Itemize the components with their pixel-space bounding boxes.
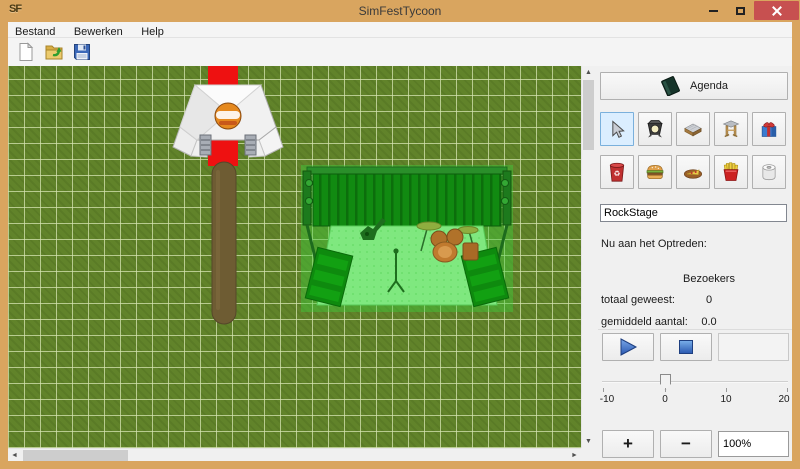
- tool-scaffold-button[interactable]: [714, 112, 748, 146]
- tool-spotlight-button[interactable]: [638, 112, 672, 146]
- gift-icon: [759, 115, 779, 143]
- scaffold-icon: [721, 115, 741, 143]
- slider-tick-20: 20: [778, 394, 789, 405]
- stage-platform-icon: [683, 116, 703, 142]
- transport-display: [718, 333, 789, 361]
- save-button[interactable]: [70, 40, 94, 64]
- menu-help[interactable]: Help: [134, 25, 171, 38]
- new-document-icon: [16, 42, 36, 62]
- tool-stage-platform-button[interactable]: [676, 112, 710, 146]
- minimize-button[interactable]: [700, 1, 726, 20]
- zoom-in-button[interactable]: +: [602, 430, 654, 458]
- tool-cursor-button[interactable]: [600, 112, 634, 146]
- save-icon: [72, 42, 92, 62]
- festival-ground-grid[interactable]: [8, 66, 581, 448]
- svg-text:♻: ♻: [614, 169, 621, 178]
- average-visitors-value: 0.0: [678, 316, 740, 328]
- now-performing-label: Nu aan het Optreden:: [601, 238, 707, 250]
- menu-bar: Bestand Bewerken Help: [8, 22, 792, 38]
- stage-light-icon: [306, 198, 313, 205]
- close-button[interactable]: [754, 1, 799, 20]
- title-bar[interactable]: SF SimFestTycoon: [0, 0, 800, 22]
- panel-separator: [598, 329, 792, 330]
- tent-speaker-left: [200, 135, 211, 155]
- play-icon: [617, 337, 639, 357]
- visitors-header: Bezoekers: [678, 273, 740, 285]
- menu-bestand[interactable]: Bestand: [8, 25, 62, 38]
- fries-icon: [721, 159, 741, 185]
- item-toilet-roll-button[interactable]: [752, 155, 786, 189]
- map-area: ▲ ▼ ◄ ►: [8, 66, 594, 461]
- item-fries-button[interactable]: [714, 155, 748, 189]
- stage-light-icon: [502, 180, 509, 187]
- minimize-icon: [709, 10, 718, 12]
- slider-tick-0: 0: [662, 394, 668, 405]
- stop-button[interactable]: [660, 333, 712, 361]
- item-burger-button[interactable]: [638, 155, 672, 189]
- stage-light-icon: [502, 198, 509, 205]
- speed-slider[interactable]: -10 0 10 20: [598, 366, 792, 422]
- zoom-out-button[interactable]: −: [660, 430, 712, 458]
- rock-stage[interactable]: [301, 165, 513, 312]
- agenda-book-icon: [660, 76, 682, 96]
- side-panel: Agenda: [598, 66, 792, 461]
- scroll-down-icon[interactable]: ▼: [582, 435, 595, 448]
- scrollbar-corner: [581, 448, 594, 461]
- tent-speaker-right: [245, 135, 256, 155]
- maximize-button[interactable]: [727, 1, 753, 20]
- stage-curtain: [313, 174, 501, 226]
- map-scene: [8, 66, 581, 448]
- stage-truss-top: [307, 167, 507, 174]
- cursor-icon: [607, 117, 627, 141]
- dirt-path[interactable]: [212, 162, 236, 324]
- new-file-button[interactable]: [14, 40, 38, 64]
- open-file-icon: [44, 42, 64, 62]
- pizza-icon: [683, 159, 703, 185]
- stage-light-icon: [306, 180, 313, 187]
- simfest-logo: [215, 103, 241, 129]
- item-trash-button[interactable]: ♻: [600, 155, 634, 189]
- scroll-left-icon[interactable]: ◄: [8, 449, 21, 462]
- scroll-up-icon[interactable]: ▲: [582, 66, 595, 79]
- app-window: SF SimFestTycoon Bestand Bewerken Help: [0, 0, 800, 469]
- stop-icon: [677, 338, 695, 356]
- toilet-roll-icon: [759, 159, 779, 185]
- menu-bewerken[interactable]: Bewerken: [67, 25, 130, 38]
- vertical-scrollbar[interactable]: ▲ ▼: [581, 66, 594, 448]
- burger-icon: [645, 159, 665, 185]
- open-file-button[interactable]: [42, 40, 66, 64]
- total-visitors-value: 0: [678, 294, 740, 306]
- agenda-label: Agenda: [690, 80, 728, 92]
- tool-bar: [8, 38, 792, 66]
- stage-name-input[interactable]: [600, 204, 787, 222]
- total-visitors-label: totaal geweest:: [601, 294, 675, 306]
- agenda-button[interactable]: Agenda: [600, 72, 788, 100]
- item-pizza-button[interactable]: [676, 155, 710, 189]
- maximize-icon: [736, 7, 745, 15]
- average-visitors-label: gemiddeld aantal:: [601, 316, 688, 328]
- close-icon: [772, 6, 782, 16]
- vertical-scroll-thumb[interactable]: [583, 80, 594, 150]
- zoom-level-field[interactable]: [718, 431, 789, 457]
- window-title: SimFestTycoon: [0, 4, 800, 18]
- spotlight-icon: [645, 116, 665, 142]
- horizontal-scroll-thumb[interactable]: [23, 450, 128, 461]
- horizontal-scrollbar[interactable]: ◄ ►: [8, 448, 581, 461]
- client-area: Bestand Bewerken Help: [8, 22, 792, 461]
- play-button[interactable]: [602, 333, 654, 361]
- tool-gift-button[interactable]: [752, 112, 786, 146]
- scroll-right-icon[interactable]: ►: [568, 449, 581, 462]
- trash-bin-icon: ♻: [607, 159, 627, 185]
- slider-tick-minus10: -10: [600, 394, 614, 405]
- slider-track[interactable]: [602, 381, 788, 383]
- slider-tick-10: 10: [720, 394, 731, 405]
